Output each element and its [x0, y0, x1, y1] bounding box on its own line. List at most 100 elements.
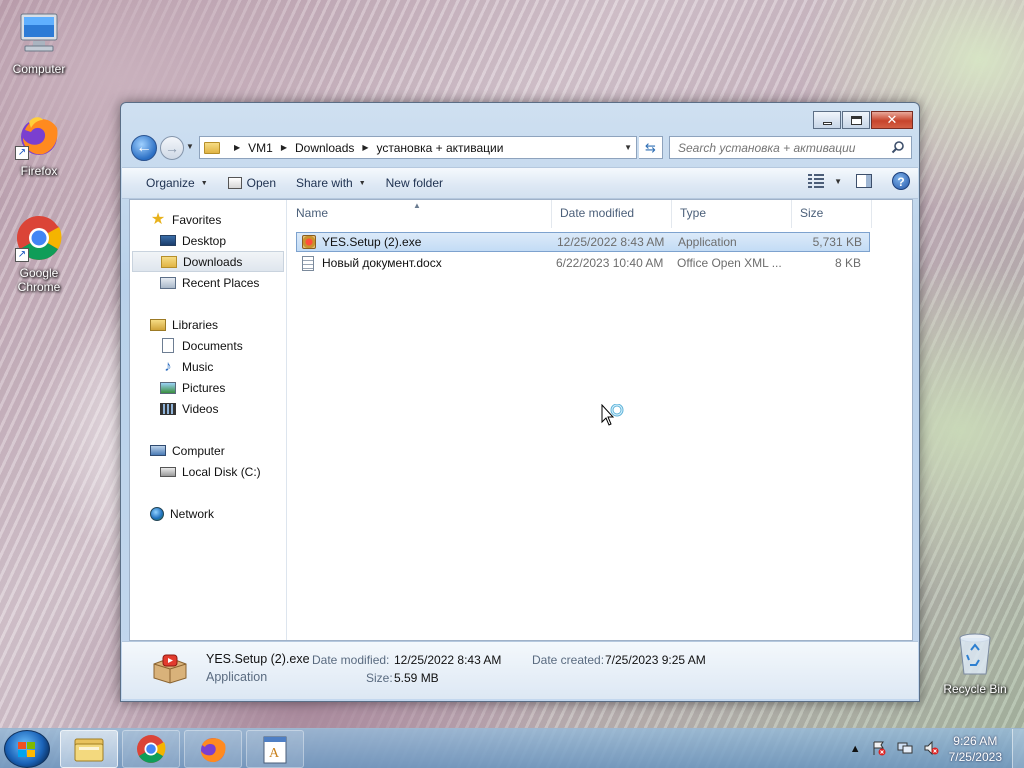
- column-headers: ▲ Name Date modified Type Size: [288, 200, 912, 228]
- show-desktop-button[interactable]: [1012, 729, 1024, 768]
- maximize-button[interactable]: [842, 111, 870, 129]
- network-globe-icon: [150, 506, 164, 521]
- breadcrumb-downloads[interactable]: Downloads: [295, 141, 354, 155]
- desktop-icon-computer[interactable]: Computer: [0, 10, 78, 76]
- breadcrumb-separator-icon[interactable]: ▶: [281, 143, 287, 152]
- system-clock[interactable]: 9:26 AM 7/25/2023: [949, 733, 1002, 765]
- nav-item-documents[interactable]: Documents: [130, 335, 286, 356]
- volume-muted-icon[interactable]: [923, 740, 939, 759]
- nav-item-favorites[interactable]: ★ Favorites: [130, 209, 286, 230]
- column-label: Size: [800, 206, 824, 220]
- minimize-button[interactable]: [813, 111, 841, 129]
- computer-icon: [15, 10, 63, 58]
- nav-item-desktop[interactable]: Desktop: [130, 230, 286, 251]
- breadcrumb-separator-icon[interactable]: ▶: [234, 143, 240, 152]
- film-icon: [160, 402, 176, 415]
- recent-pages-dropdown[interactable]: ▼: [186, 142, 194, 151]
- details-created-label: Date created:: [532, 653, 605, 667]
- recent-places-icon: [160, 276, 176, 289]
- nav-label: Videos: [182, 401, 219, 416]
- nav-item-libraries[interactable]: Libraries: [130, 314, 286, 335]
- taskbar-firefox-button[interactable]: [184, 730, 242, 768]
- chrome-icon: ↗: [15, 214, 63, 262]
- forward-button[interactable]: →: [160, 136, 184, 160]
- nav-item-music[interactable]: ♪ Music: [130, 356, 286, 377]
- breadcrumb-vm1[interactable]: VM1: [248, 141, 273, 155]
- organize-button[interactable]: Organize ▼: [136, 171, 218, 195]
- search-input[interactable]: [678, 140, 883, 155]
- desktop-icon-chrome[interactable]: ↗ Google Chrome: [0, 214, 78, 294]
- nav-label: Local Disk (C:): [182, 464, 261, 479]
- address-dropdown-icon[interactable]: ▼: [624, 143, 632, 152]
- back-button[interactable]: ←: [131, 135, 157, 161]
- refresh-icon: ⇆: [645, 140, 656, 155]
- nav-item-downloads[interactable]: Downloads: [132, 251, 284, 272]
- taskbar-chrome-button[interactable]: [122, 730, 180, 768]
- file-row[interactable]: Новый документ.docx 6/22/2023 10:40 AM O…: [296, 253, 870, 273]
- nav-label: Favorites: [172, 212, 222, 227]
- file-list: ▲ Name Date modified Type Size YES.Setup…: [288, 200, 912, 640]
- refresh-button[interactable]: ⇆: [639, 136, 663, 159]
- share-with-button[interactable]: Share with ▼: [286, 171, 376, 195]
- chrome-icon: [137, 735, 166, 763]
- close-icon: ✕: [886, 112, 898, 127]
- column-header-type[interactable]: Type: [672, 200, 792, 228]
- nav-item-local-disk[interactable]: Local Disk (C:): [130, 461, 286, 482]
- change-view-icon[interactable]: [808, 174, 825, 188]
- details-modified-label: Date modified:: [312, 653, 390, 667]
- nav-item-recent-places[interactable]: Recent Places: [130, 272, 286, 293]
- breadcrumb-separator-icon[interactable]: ▶: [362, 143, 368, 152]
- nav-item-computer[interactable]: Computer: [130, 440, 286, 461]
- close-button[interactable]: ✕: [871, 111, 913, 129]
- network-status-icon[interactable]: [897, 740, 913, 759]
- nav-label: Documents: [182, 338, 243, 353]
- file-date: 6/22/2023 10:40 AM: [556, 256, 664, 270]
- desktop-icon-firefox[interactable]: ↗ Firefox: [0, 112, 78, 178]
- column-header-date-modified[interactable]: Date modified: [552, 200, 672, 228]
- search-box[interactable]: [669, 136, 912, 159]
- nav-item-pictures[interactable]: Pictures: [130, 377, 286, 398]
- new-folder-button[interactable]: New folder: [376, 171, 453, 195]
- pictures-icon: [160, 381, 176, 394]
- details-file-type: Application: [206, 670, 268, 684]
- search-icon[interactable]: [891, 140, 905, 154]
- command-bar: Organize ▼ Open Share with ▼ New folder …: [122, 167, 918, 199]
- column-header-size[interactable]: Size: [792, 200, 872, 228]
- column-label: Type: [680, 206, 707, 220]
- file-row[interactable]: YES.Setup (2).exe 12/25/2022 8:43 AM App…: [296, 232, 870, 252]
- address-bar[interactable]: ▶ VM1 ▶ Downloads ▶ установка + активаци…: [199, 136, 637, 159]
- taskbar-explorer-button[interactable]: [60, 730, 118, 768]
- file-date: 12/25/2022 8:43 AM: [557, 235, 665, 249]
- open-button[interactable]: Open: [218, 171, 286, 195]
- details-created-value: 7/25/2023 9:25 AM: [605, 653, 706, 667]
- desktop-icon-label: Google Chrome: [17, 266, 61, 294]
- view-options-chevron-icon[interactable]: ▼: [834, 177, 842, 186]
- computer-icon: [150, 445, 166, 456]
- nav-item-videos[interactable]: Videos: [130, 398, 286, 419]
- column-header-name[interactable]: ▲ Name: [288, 200, 552, 228]
- start-button[interactable]: [4, 730, 50, 768]
- nav-item-network[interactable]: Network: [130, 503, 286, 524]
- downloads-folder-icon: [161, 255, 177, 268]
- explorer-window: ✕ ← → ▼ ▶ VM1 ▶ Downloads ▶ установка + …: [120, 102, 920, 702]
- help-icon[interactable]: ?: [892, 172, 910, 190]
- breadcrumb-current-folder[interactable]: установка + активации: [377, 141, 504, 155]
- breadcrumb: ▶ VM1 ▶ Downloads ▶ установка + активаци…: [226, 141, 503, 155]
- preview-pane-icon[interactable]: [856, 174, 872, 188]
- notification-area: ▲ 9:26 AM 7/25/2023: [850, 729, 1024, 768]
- file-explorer-icon: [74, 738, 104, 762]
- desktop-icon-recycle-bin[interactable]: Recycle Bin: [936, 630, 1014, 696]
- details-file-name: YES.Setup (2).exe: [206, 652, 310, 666]
- documents-icon: [162, 338, 174, 353]
- navigation-pane: ★ Favorites Desktop Downloads Recent Plac…: [130, 200, 287, 640]
- file-name: Новый документ.docx: [322, 256, 442, 270]
- nav-label: Desktop: [182, 233, 227, 248]
- music-note-icon: ♪: [164, 357, 172, 375]
- organize-label: Organize: [146, 176, 195, 190]
- taskbar-wordpad-button[interactable]: A: [246, 730, 304, 768]
- nav-label: Downloads: [183, 254, 243, 269]
- action-center-flag-icon[interactable]: [871, 740, 887, 759]
- show-hidden-icons-button[interactable]: ▲: [850, 743, 861, 755]
- firefox-icon: ↗: [15, 112, 63, 160]
- svg-text:A: A: [269, 746, 280, 761]
